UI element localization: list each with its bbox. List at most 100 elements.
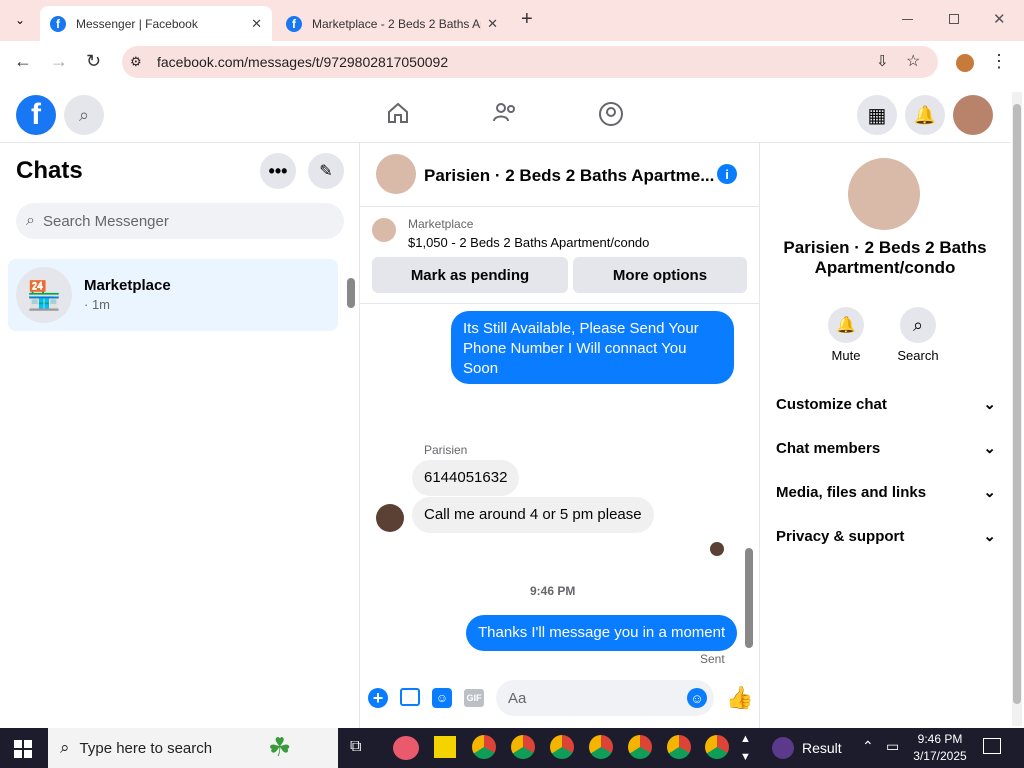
chat-list-item-marketplace[interactable]: 🏪 Marketplace · 1m xyxy=(8,259,338,331)
search-icon: ⌕ xyxy=(26,212,35,229)
chat-meta: · 1m xyxy=(84,297,110,312)
account-avatar[interactable] xyxy=(953,95,993,135)
attach-photo-icon[interactable] xyxy=(400,688,420,706)
message-bubble-sent[interactable]: Thanks I'll message you in a moment xyxy=(466,615,738,651)
profile-icon[interactable] xyxy=(956,54,974,72)
divider xyxy=(360,303,760,304)
message-bubble-sent[interactable]: Its Still Available, Please Send Your Ph… xyxy=(451,311,734,384)
notifications-bell-icon[interactable]: 🔔 xyxy=(905,95,945,135)
site-settings-icon[interactable]: ⚙ xyxy=(130,54,152,70)
taskbar-search-box[interactable]: ⌕ Type here to search ☘ xyxy=(48,728,338,768)
mute-bell-icon[interactable]: 🔔 xyxy=(828,307,864,343)
back-arrow-icon[interactable]: ← xyxy=(14,51,32,72)
conversation-avatar[interactable] xyxy=(376,154,416,194)
mute-label: Mute xyxy=(831,348,861,363)
search-messenger-input[interactable]: ⌕ Search Messenger xyxy=(16,203,344,239)
tab-marketplace[interactable]: f Marketplace - 2 Beds 2 Baths Ap ✕ xyxy=(276,6,508,41)
facebook-favicon-icon: f xyxy=(286,15,302,32)
taskbar-time[interactable]: 9:46 PM xyxy=(910,732,970,746)
show-hidden-icons-chevron-icon[interactable]: ⌃ xyxy=(862,738,874,755)
menu-grid-icon[interactable]: ▦ xyxy=(857,95,897,135)
omnibox[interactable]: ⚙ facebook.com/messages/t/97298028170500… xyxy=(122,46,974,78)
chat-options-icon[interactable]: ••• xyxy=(260,153,296,189)
close-window-icon[interactable]: ✕ xyxy=(993,10,1006,28)
chrome-icon[interactable] xyxy=(472,735,496,759)
close-tab-icon[interactable]: ✕ xyxy=(487,16,498,32)
network-icon[interactable]: ▭ xyxy=(886,738,899,755)
sticky-notes-icon[interactable] xyxy=(434,736,456,758)
chat-list-scrollbar[interactable] xyxy=(347,263,357,327)
section-label: Customize chat xyxy=(776,395,887,413)
mark-as-pending-button[interactable]: Mark as pending xyxy=(372,257,568,293)
listing-info[interactable]: $1,050 - 2 Beds 2 Baths Apartment/condo xyxy=(408,235,649,250)
sender-name: Parisien xyxy=(424,443,468,457)
new-message-icon[interactable]: ✎ xyxy=(308,153,344,189)
search-icon[interactable]: ⌕ xyxy=(64,95,104,135)
paint-app-icon[interactable] xyxy=(393,736,419,760)
info-icon[interactable]: i xyxy=(717,164,737,184)
like-thumbs-up-icon[interactable]: 👍 xyxy=(726,685,753,711)
forward-arrow-icon[interactable]: → xyxy=(50,51,68,72)
task-view-icon[interactable]: ⧉ xyxy=(350,738,361,756)
result-label[interactable]: Result xyxy=(802,740,842,756)
message-bubble-received[interactable]: Call me around 4 or 5 pm please xyxy=(412,497,654,533)
facebook-favicon-icon: f xyxy=(50,15,66,32)
section-privacy-support[interactable]: Privacy & support ⌄ xyxy=(776,527,996,546)
more-actions-plus-icon[interactable]: + xyxy=(368,688,388,708)
search-icon[interactable]: ⌕ xyxy=(900,307,936,343)
more-options-button[interactable]: More options xyxy=(573,257,747,293)
conversation-title[interactable]: Parisien · 2 Beds 2 Baths Apartme... xyxy=(424,166,714,186)
chevron-down-icon: ⌄ xyxy=(983,440,996,457)
chevron-down-icon: ⌄ xyxy=(983,528,996,545)
chrome-icon[interactable] xyxy=(628,735,652,759)
browser-tab-strip: ⌄ f Messenger | Facebook ✕ f Marketplace… xyxy=(0,0,1024,41)
bookmark-star-icon[interactable]: ☆ xyxy=(906,51,920,71)
close-tab-icon[interactable]: ✕ xyxy=(251,16,262,32)
facebook-top-nav: f ⌕ ▦ 🔔 xyxy=(0,86,1010,143)
sticker-icon[interactable]: ☺ xyxy=(432,688,452,708)
chrome-icon[interactable] xyxy=(550,735,574,759)
new-tab-button[interactable]: + xyxy=(521,8,533,31)
taskbar-date[interactable]: 3/17/2025 xyxy=(910,749,970,763)
details-name: Parisien · 2 Beds 2 Baths Apartment/cond… xyxy=(783,238,987,277)
chrome-icon[interactable] xyxy=(511,735,535,759)
browser-menu-icon[interactable]: ⋮ xyxy=(990,51,1008,72)
install-app-icon[interactable]: ⇩ xyxy=(876,52,889,70)
message-timestamp: 9:46 PM xyxy=(530,584,576,598)
divider xyxy=(360,206,760,207)
tab-messenger[interactable]: f Messenger | Facebook ✕ xyxy=(40,6,272,41)
clover-decoration-icon: ☘ xyxy=(268,732,292,762)
search-icon: ⌕ xyxy=(60,738,70,757)
windows-start-icon[interactable] xyxy=(14,740,32,758)
facebook-logo-icon[interactable]: f xyxy=(16,95,56,135)
page-scrollbar[interactable] xyxy=(1012,92,1022,726)
minimize-icon[interactable] xyxy=(902,19,913,20)
messages-scrollbar[interactable] xyxy=(745,308,755,663)
message-composer-input[interactable]: Aa ☺ xyxy=(496,680,714,716)
section-media-files-links[interactable]: Media, files and links ⌄ xyxy=(776,483,996,502)
section-label: Media, files and links xyxy=(776,483,927,501)
taskbar-overflow-chevron-icon[interactable]: ▲ ▼ xyxy=(740,730,751,766)
emoji-icon[interactable]: ☺ xyxy=(687,688,707,708)
reload-icon[interactable]: ↻ xyxy=(86,51,101,72)
chrome-icon[interactable] xyxy=(705,735,729,759)
message-bubble-received[interactable]: 6144051632 xyxy=(412,460,520,496)
chrome-icon[interactable] xyxy=(589,735,613,759)
gif-icon[interactable]: GIF xyxy=(464,689,484,707)
section-chat-members[interactable]: Chat members ⌄ xyxy=(776,439,996,458)
friends-icon[interactable] xyxy=(492,101,518,125)
groups-icon[interactable] xyxy=(598,101,624,127)
sender-avatar[interactable] xyxy=(376,504,404,532)
chrome-icon[interactable] xyxy=(667,735,691,759)
notification-center-icon[interactable] xyxy=(983,738,1001,754)
maximize-icon[interactable] xyxy=(949,14,959,24)
home-icon[interactable] xyxy=(386,101,410,125)
result-app-icon[interactable] xyxy=(772,737,794,759)
listing-thumbnail xyxy=(372,218,396,242)
details-avatar xyxy=(848,158,920,230)
section-customize-chat[interactable]: Customize chat ⌄ xyxy=(776,395,996,414)
composer-placeholder: Aa xyxy=(508,689,527,707)
section-label: Privacy & support xyxy=(776,527,905,545)
tab-search-chevron-icon[interactable]: ⌄ xyxy=(8,8,32,32)
chats-heading: Chats xyxy=(16,157,83,184)
